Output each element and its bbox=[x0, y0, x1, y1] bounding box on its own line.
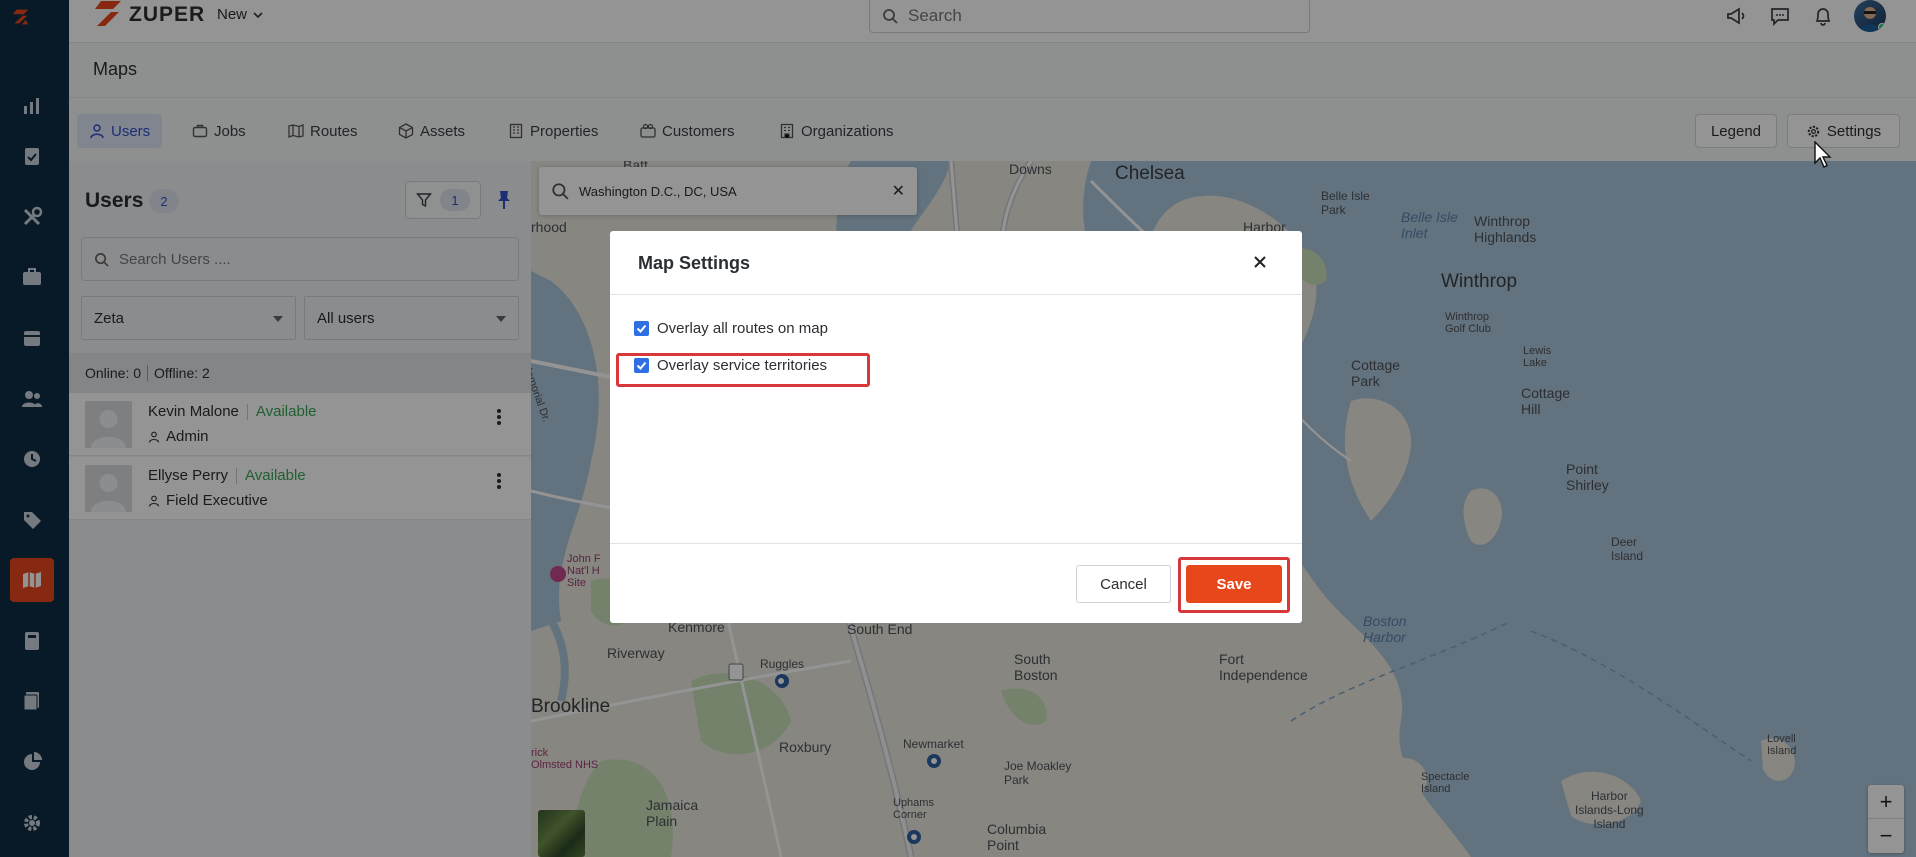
dialog-header: Map Settings bbox=[610, 231, 1302, 295]
overlay-routes-checkbox[interactable] bbox=[634, 321, 649, 336]
overlay-routes-label: Overlay all routes on map bbox=[657, 320, 828, 337]
map-settings-dialog: Map Settings Overlay all routes on map O… bbox=[610, 231, 1302, 623]
checkmark-icon bbox=[636, 324, 647, 333]
highlight-box bbox=[1178, 557, 1290, 613]
mouse-cursor-icon bbox=[1814, 141, 1832, 168]
overlay-routes-option[interactable]: Overlay all routes on map bbox=[634, 320, 828, 337]
highlight-box bbox=[616, 353, 870, 387]
cancel-button[interactable]: Cancel bbox=[1076, 565, 1171, 603]
dialog-title: Map Settings bbox=[638, 253, 751, 273]
dialog-footer: Cancel Save bbox=[610, 543, 1302, 623]
close-icon[interactable] bbox=[1250, 252, 1270, 272]
